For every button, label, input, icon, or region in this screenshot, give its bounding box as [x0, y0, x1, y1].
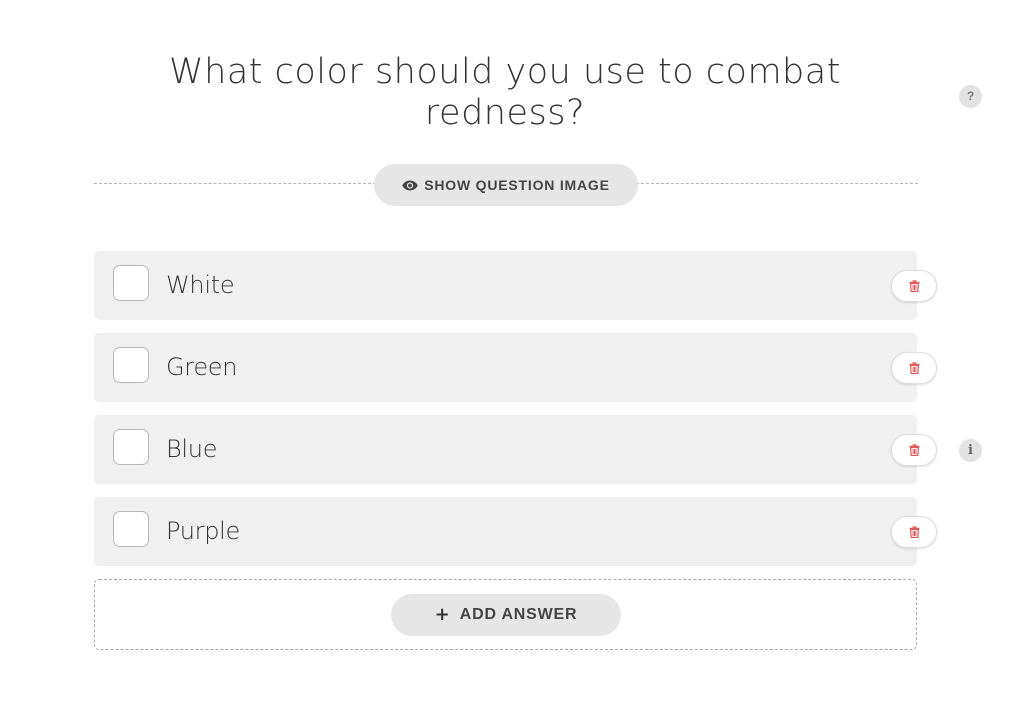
trash-icon	[909, 280, 920, 292]
divider-left	[94, 183, 376, 184]
answer-row: Blue	[94, 415, 917, 484]
add-answer-button[interactable]: + ADD ANSWER	[391, 594, 621, 636]
trash-icon	[909, 362, 920, 374]
info-icon: i	[968, 443, 973, 458]
answer-row: White	[94, 251, 917, 320]
add-answer-label: ADD ANSWER	[459, 606, 578, 623]
question-title[interactable]: What color should you use to combat redn…	[150, 52, 860, 134]
trash-icon	[909, 526, 920, 538]
plus-icon: +	[434, 604, 450, 625]
delete-answer-button[interactable]	[891, 352, 937, 384]
show-question-image-button[interactable]: SHOW QUESTION IMAGE	[374, 164, 638, 206]
delete-answer-button[interactable]	[891, 270, 937, 302]
delete-answer-button[interactable]	[891, 434, 937, 466]
answer-row: Green	[94, 333, 917, 402]
question-mark-icon: ?	[966, 89, 975, 103]
delete-answer-button[interactable]	[891, 516, 937, 548]
help-button[interactable]: ?	[959, 85, 982, 108]
divider-right	[636, 183, 918, 184]
eye-icon	[402, 180, 418, 191]
answer-row: Purple	[94, 497, 917, 566]
info-button[interactable]: i	[959, 439, 982, 462]
answer-checkbox[interactable]	[113, 511, 149, 547]
answer-text[interactable]: Purple	[166, 516, 240, 546]
show-question-image-label: SHOW QUESTION IMAGE	[424, 177, 610, 193]
trash-icon	[909, 444, 920, 456]
answer-text[interactable]: Green	[166, 352, 237, 382]
answer-text[interactable]: White	[166, 270, 235, 300]
answer-text[interactable]: Blue	[166, 434, 217, 464]
answer-checkbox[interactable]	[113, 347, 149, 383]
answer-checkbox[interactable]	[113, 429, 149, 465]
answer-checkbox[interactable]	[113, 265, 149, 301]
